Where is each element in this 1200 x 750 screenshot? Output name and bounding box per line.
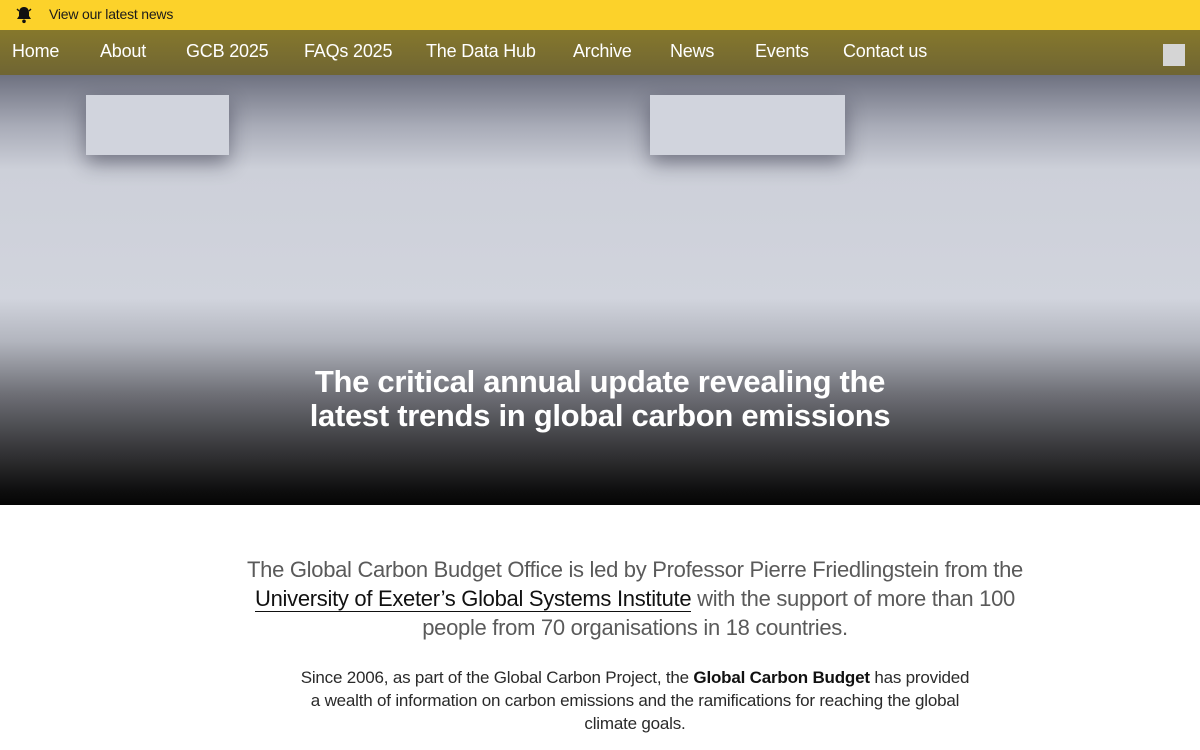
latest-news-link[interactable]: View our latest news xyxy=(49,6,173,22)
nav-item-home[interactable]: Home xyxy=(12,41,59,62)
history-paragraph: Since 2006, as part of the Global Carbon… xyxy=(300,666,970,735)
hero-tagline: The critical annual update revealing the… xyxy=(300,365,900,433)
nav-item-contact-us[interactable]: Contact us xyxy=(843,41,927,62)
intro-paragraph: The Global Carbon Budget Office is led b… xyxy=(230,555,1040,642)
partner-logo-right xyxy=(650,95,845,155)
main-nav: Home About GCB 2025 FAQs 2025 The Data H… xyxy=(0,30,1200,75)
nav-item-events[interactable]: Events xyxy=(755,41,809,62)
nav-item-news[interactable]: News xyxy=(670,41,714,62)
bell-icon xyxy=(16,7,32,24)
hero-tagline-line-2: latest trends in global carbon emissions xyxy=(309,398,891,433)
nav-item-gcb-2025[interactable]: GCB 2025 xyxy=(186,41,269,62)
news-bar: View our latest news xyxy=(0,0,1200,30)
hero-banner: The critical annual update revealing the… xyxy=(0,75,1200,505)
history-text-before: Since 2006, as part of the Global Carbon… xyxy=(300,668,694,687)
hero-tagline-line-1: The critical annual update revealing the xyxy=(314,364,886,399)
nav-item-faqs-2025[interactable]: FAQs 2025 xyxy=(304,41,392,62)
nav-item-data-hub[interactable]: The Data Hub xyxy=(426,41,536,62)
global-carbon-budget-label: Global Carbon Budget xyxy=(693,668,870,687)
exeter-gsi-link[interactable]: University of Exeter’s Global Systems In… xyxy=(255,586,692,612)
intro-text-before: The Global Carbon Budget Office is led b… xyxy=(247,557,1023,582)
nav-item-about[interactable]: About xyxy=(100,41,146,62)
nav-item-archive[interactable]: Archive xyxy=(573,41,632,62)
menu-toggle-button[interactable] xyxy=(1163,44,1185,66)
partner-logo-left xyxy=(86,95,229,155)
